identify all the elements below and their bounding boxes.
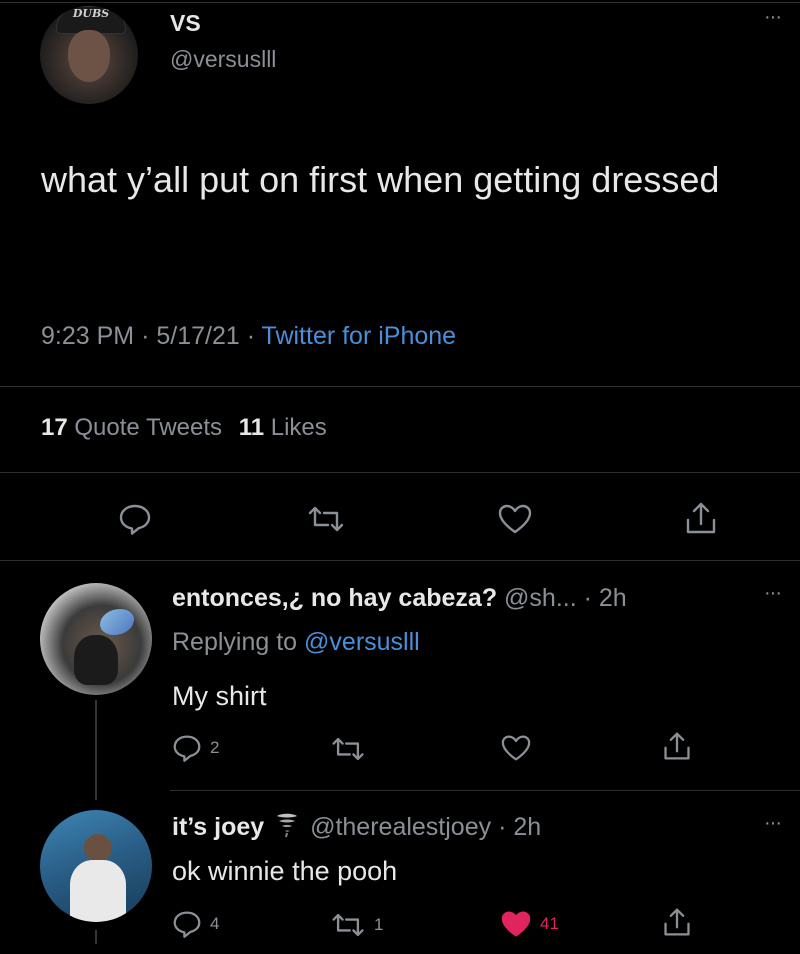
share-icon [662, 906, 692, 938]
thread-line-tail [95, 930, 97, 944]
like-count: 11 [238, 414, 265, 441]
reply1-handle[interactable]: @sh... [504, 584, 577, 612]
quote-tweets-stat[interactable]: 17 Quote Tweets [41, 414, 229, 441]
top-divider [0, 2, 800, 3]
retweet-icon [330, 736, 366, 762]
main-reply-button[interactable] [118, 503, 152, 535]
main-tweet-meta: 9:23 PM · 5/17/21 · Twitter for iPhone [41, 322, 456, 351]
reply2-sep: · [498, 813, 507, 842]
tweet-date: 5/17/21 [156, 322, 240, 350]
tweet-time: 9:23 PM [41, 322, 135, 350]
more-icon: ··· [764, 6, 782, 28]
reply2-reply-count: 4 [210, 914, 220, 933]
reply2-retweet-count: 1 [374, 915, 384, 934]
reply2-retweet-button[interactable]: 1 [330, 912, 383, 938]
main-share-button[interactable] [684, 500, 718, 536]
reply2-like-count: 41 [540, 914, 559, 933]
tornado-emoji-icon [275, 812, 299, 845]
reply2-display-name[interactable]: it’s joey [172, 813, 264, 841]
share-icon [662, 730, 692, 762]
reply1-text: My shirt [172, 681, 267, 711]
reply2-share-button[interactable] [662, 906, 692, 938]
reply1-like-button[interactable] [500, 734, 532, 762]
main-handle[interactable]: @versuslll [170, 46, 276, 73]
more-options-reply1[interactable]: ··· [764, 582, 782, 605]
avatar-face [68, 30, 110, 82]
reply2-like-button[interactable]: 41 [500, 910, 559, 938]
main-like-button[interactable] [497, 503, 533, 535]
main-display-name[interactable]: VS [170, 10, 201, 37]
reply1-avatar[interactable] [40, 583, 152, 695]
reply2-handle[interactable]: @therealestjoey [310, 813, 491, 841]
reply1-header: entonces,¿ no hay cabeza? @sh... · 2h [172, 584, 627, 613]
reply-icon [118, 503, 152, 535]
reply2-header: it’s joey @therealestjoey · 2h [172, 812, 541, 845]
retweet-icon [330, 912, 366, 938]
like-icon [500, 910, 532, 938]
actions-divider [0, 560, 800, 561]
reply1-retweet-button[interactable] [330, 736, 366, 762]
reply2-time[interactable]: 2h [513, 813, 541, 841]
tweet-source-link[interactable]: Twitter for iPhone [262, 322, 457, 350]
meta-sep: · [246, 322, 256, 350]
reply1-share-button[interactable] [662, 730, 692, 762]
reply1-reply-button[interactable]: 2 [172, 734, 219, 762]
avatar-butterfly [100, 609, 134, 635]
reply-icon [172, 734, 202, 762]
more-icon: ··· [764, 812, 782, 834]
reply1-divider [170, 790, 800, 791]
reply1-replying-to: Replying to @versuslll [172, 628, 420, 657]
avatar-shirt [70, 860, 126, 922]
likes-label: Likes [270, 414, 327, 441]
avatar-figure [74, 635, 118, 685]
reply1-time[interactable]: 2h [599, 584, 627, 612]
quote-count: 17 [41, 414, 68, 441]
replying-handle-link[interactable]: @versuslll [304, 628, 420, 656]
meta-sep: · [141, 322, 150, 350]
main-avatar[interactable]: DUBS [40, 6, 138, 104]
reply1-sep: · [583, 584, 592, 612]
more-options-reply2[interactable]: ··· [764, 812, 782, 835]
more-icon: ··· [764, 582, 782, 604]
reply1-display-name[interactable]: entonces,¿ no hay cabeza? [172, 584, 497, 612]
reply2-text: ok winnie the pooh [172, 856, 398, 886]
quote-label: Quote Tweets [74, 414, 223, 441]
main-retweet-button[interactable] [306, 505, 346, 533]
reply1-reply-count: 2 [210, 738, 220, 757]
thread-line [95, 700, 97, 800]
more-options-main[interactable]: ··· [764, 6, 782, 29]
like-icon [500, 734, 532, 762]
reply-icon [172, 910, 202, 938]
like-icon [497, 503, 533, 535]
likes-stat[interactable]: 11 Likes [239, 414, 327, 441]
meta-divider [0, 386, 800, 387]
retweet-icon [306, 505, 346, 533]
stats-divider [0, 472, 800, 473]
avatar-cap-text: DUBS [72, 7, 110, 20]
reply2-avatar[interactable] [40, 810, 152, 922]
main-tweet-text: what y’all put on first when getting dre… [41, 159, 720, 200]
engagement-stats: 17 Quote Tweets 11 Likes [41, 414, 327, 442]
share-icon [684, 500, 718, 536]
reply2-reply-button[interactable]: 4 [172, 910, 219, 938]
replying-label: Replying to [172, 628, 298, 656]
avatar-person [84, 834, 112, 862]
